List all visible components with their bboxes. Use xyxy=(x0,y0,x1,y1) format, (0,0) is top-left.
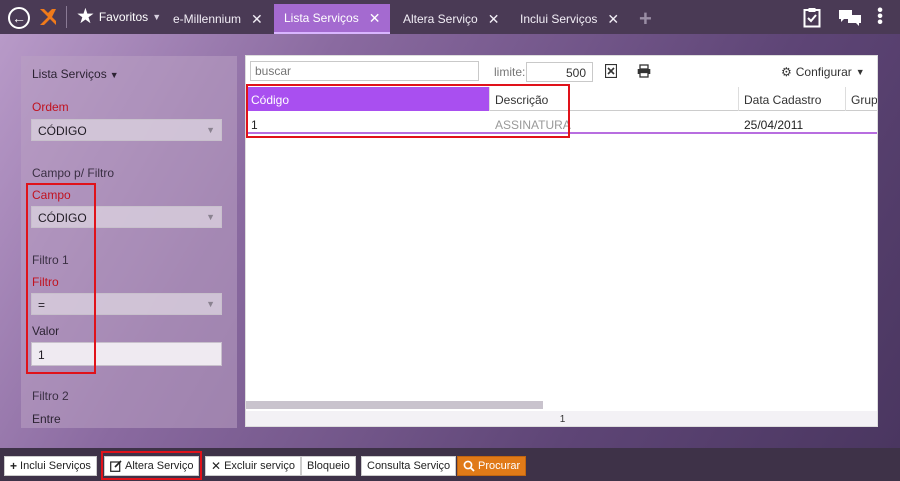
excel-export-icon[interactable] xyxy=(605,64,617,78)
button-label: Excluir serviço xyxy=(224,460,295,472)
star-icon: ★ xyxy=(76,5,95,28)
campo-filtro-section: Campo p/ Filtro xyxy=(32,166,115,180)
back-icon[interactable]: ← xyxy=(8,7,30,29)
entre-label: Entre xyxy=(32,412,61,426)
more-vertical-icon[interactable]: • • • xyxy=(877,3,883,31)
search-icon xyxy=(463,460,475,472)
chevron-down-icon: ▼ xyxy=(152,11,162,22)
tab-label: e-Millennium xyxy=(173,12,242,26)
button-label: Inclui Serviços xyxy=(20,460,91,472)
ordem-select[interactable]: CÓDIGO ▼ xyxy=(31,119,222,141)
consulta-servico-button[interactable]: Consulta Serviço xyxy=(361,456,457,476)
close-icon[interactable]: ✕ xyxy=(369,10,381,27)
top-bar: ← ★ Favoritos ▼ e-Millennium ✕ Lista Ser… xyxy=(0,0,900,34)
button-label: Procurar xyxy=(478,460,521,472)
close-icon[interactable]: ✕ xyxy=(607,11,619,28)
excluir-servico-button[interactable]: ✕ Excluir serviço xyxy=(205,456,301,476)
close-icon[interactable]: ✕ xyxy=(488,11,500,28)
tab-inclui-servicos[interactable]: Inclui Serviços ✕ xyxy=(510,4,629,34)
clipboard-check-icon[interactable] xyxy=(803,7,821,28)
procurar-button[interactable]: Procurar xyxy=(457,456,527,476)
horizontal-scrollbar[interactable] xyxy=(246,401,543,409)
add-tab-icon[interactable]: + xyxy=(639,8,652,30)
limite-value: 500 xyxy=(565,66,586,80)
configurar-label: Configurar xyxy=(795,65,852,79)
favorites-label: Favoritos xyxy=(98,9,149,24)
chevron-down-icon: ▼ xyxy=(855,67,865,77)
gear-icon: ⚙ xyxy=(781,65,792,79)
separator xyxy=(66,6,67,28)
panel-title[interactable]: Lista Serviços ▼ xyxy=(32,67,119,81)
highlight-box xyxy=(101,451,202,480)
filtro2-section: Filtro 2 xyxy=(32,389,69,403)
tab-altera-servico[interactable]: Altera Serviço ✕ xyxy=(393,4,509,34)
print-icon[interactable] xyxy=(637,64,651,78)
column-header-grupo[interactable]: Grup xyxy=(846,87,877,111)
tab-label: Lista Serviços xyxy=(284,11,359,25)
search-input[interactable] xyxy=(250,61,479,81)
tab-label: Altera Serviço xyxy=(403,12,478,26)
limite-label: limite: xyxy=(494,65,526,79)
chat-icon[interactable] xyxy=(838,9,862,27)
highlight-box xyxy=(26,183,96,374)
limite-input[interactable]: 500 xyxy=(526,62,593,82)
panel-title-text: Lista Serviços xyxy=(32,67,107,81)
highlight-box xyxy=(246,84,570,138)
pagination[interactable]: 1 xyxy=(246,411,877,426)
column-header-data-cadastro[interactable]: Data Cadastro xyxy=(739,87,846,111)
bloqueio-button[interactable]: Bloqueio xyxy=(301,456,356,476)
button-label: Consulta Serviço xyxy=(367,460,451,472)
chevron-down-icon: ▼ xyxy=(206,212,215,222)
close-icon[interactable]: ✕ xyxy=(251,11,263,28)
chevron-down-icon: ▼ xyxy=(206,125,215,135)
chevron-down-icon: ▼ xyxy=(206,299,215,309)
favorites-menu[interactable]: ★ Favoritos ▼ xyxy=(76,6,161,27)
app-logo xyxy=(40,9,56,25)
inclui-servicos-button[interactable]: + Inclui Serviços xyxy=(4,456,97,476)
close-icon: ✕ xyxy=(211,459,222,473)
plus-icon: + xyxy=(10,459,18,473)
configurar-menu[interactable]: ⚙ Configurar ▼ xyxy=(781,65,865,79)
tab-e-millennium[interactable]: e-Millennium ✕ xyxy=(163,4,273,34)
ordem-label: Ordem xyxy=(32,100,69,114)
ordem-value: CÓDIGO xyxy=(38,124,87,138)
button-label: Bloqueio xyxy=(307,460,350,472)
cell-data-cadastro: 25/04/2011 xyxy=(744,118,804,132)
page-number[interactable]: 1 xyxy=(560,414,566,425)
tab-label: Inclui Serviços xyxy=(520,12,598,26)
tab-lista-servicos[interactable]: Lista Serviços ✕ xyxy=(274,4,391,34)
chevron-down-icon: ▼ xyxy=(109,70,119,80)
